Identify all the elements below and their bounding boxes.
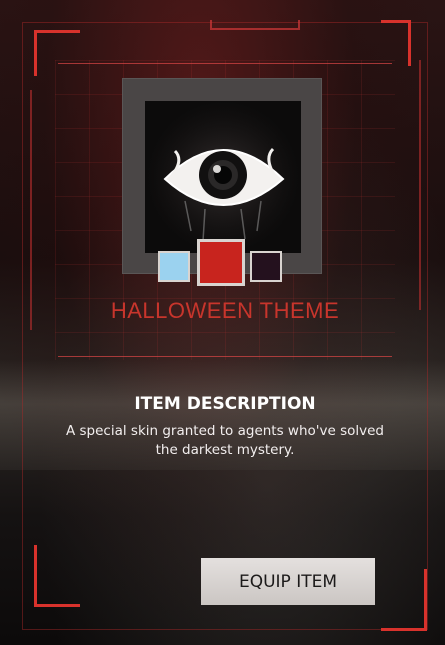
eye-icon (145, 101, 301, 253)
swatch-red[interactable] (197, 239, 245, 286)
bottom-divider (58, 356, 392, 357)
frame-corner-bottom-left (34, 545, 80, 607)
frame-corner-top-right (381, 20, 411, 66)
equip-item-button[interactable]: EQUIP ITEM (201, 558, 375, 605)
frame-top-tab (210, 20, 300, 30)
frame-left-line (30, 90, 32, 330)
item-name: HALLOWEEN THEME (110, 298, 340, 323)
item-image (145, 101, 301, 253)
frame-right-line (419, 60, 421, 310)
description-title: ITEM DESCRIPTION (134, 394, 316, 414)
top-divider (58, 63, 392, 64)
description-text: A special skin granted to agents who've … (65, 423, 384, 458)
swatch-dark-purple[interactable] (250, 251, 282, 282)
frame-corner-bottom-right (381, 569, 427, 631)
frame-corner-top-left (34, 30, 80, 76)
swatch-light-blue[interactable] (158, 251, 190, 282)
